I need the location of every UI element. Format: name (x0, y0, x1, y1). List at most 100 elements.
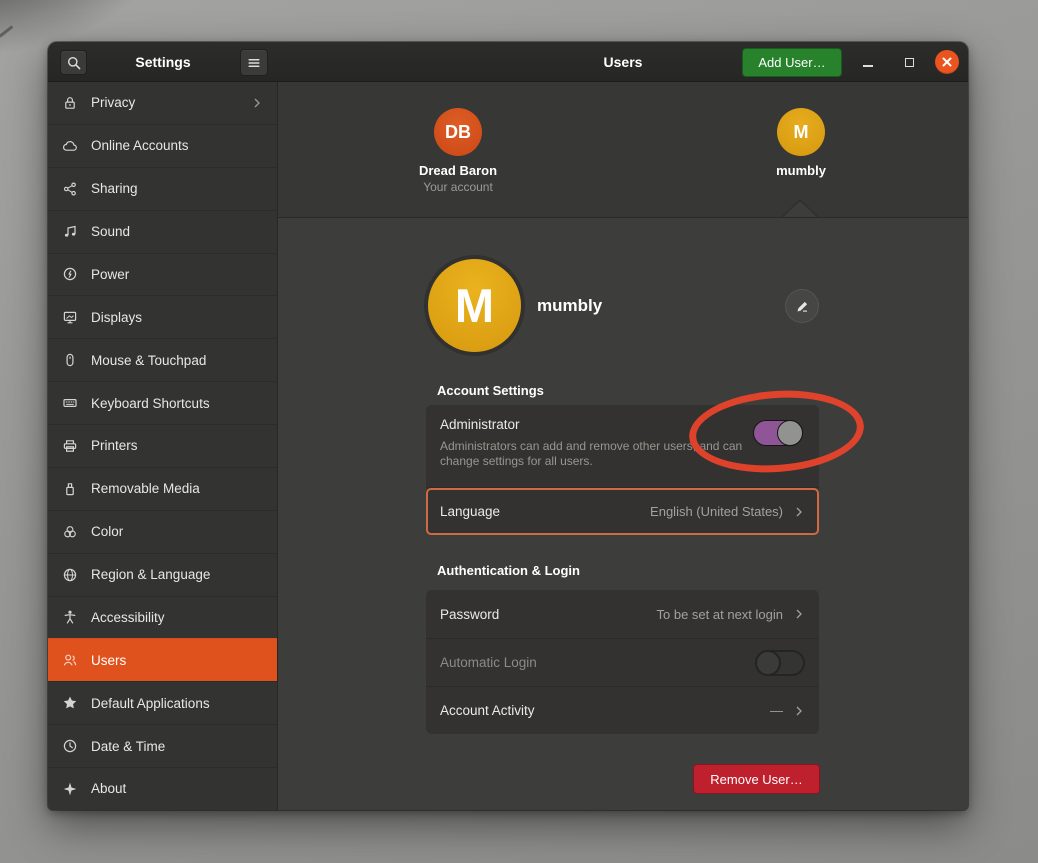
sidebar-item-label: Keyboard Shortcuts (91, 396, 210, 411)
sidebar-item-label: Date & Time (91, 739, 165, 754)
lock-icon (62, 95, 78, 111)
edit-name-button[interactable] (785, 289, 819, 323)
accessibility-icon (62, 609, 78, 625)
account-settings-heading: Account Settings (437, 383, 544, 398)
sparkle-icon (62, 781, 78, 797)
sidebar-item-label: Region & Language (91, 567, 210, 582)
automatic-login-row: Automatic Login (426, 638, 819, 686)
close-icon (941, 56, 953, 68)
avatar: DB (434, 108, 482, 156)
sidebar-item-label: Removable Media (91, 481, 200, 496)
chevron-right-icon (793, 608, 805, 620)
clock-icon (62, 738, 78, 754)
sidebar-item-accessibility[interactable]: Accessibility (48, 596, 277, 639)
hamburger-menu-icon (246, 55, 262, 71)
sidebar: Privacy Online Accounts S (48, 82, 278, 810)
sidebar-item-label: About (91, 781, 126, 796)
password-label: Password (440, 607, 499, 622)
authentication-card: Password To be set at next login Automat… (426, 590, 819, 734)
automatic-login-label: Automatic Login (440, 655, 537, 670)
administrator-description: Administrators can add and remove other … (440, 439, 762, 469)
account-activity-row[interactable]: Account Activity — (426, 686, 819, 734)
sidebar-item-label: Accessibility (91, 610, 165, 625)
sidebar-item-displays[interactable]: Displays (48, 295, 277, 338)
administrator-label: Administrator (440, 417, 805, 432)
authentication-heading: Authentication & Login (437, 563, 580, 578)
automatic-login-toggle[interactable] (755, 650, 805, 676)
sound-icon (62, 224, 78, 240)
sidebar-item-keyboard-shortcuts[interactable]: Keyboard Shortcuts (48, 381, 277, 424)
sidebar-item-label: Mouse & Touchpad (91, 353, 206, 368)
sidebar-item-online-accounts[interactable]: Online Accounts (48, 124, 277, 167)
user-carousel: DB Dread Baron Your account M mumbly (278, 82, 968, 218)
desktop: Settings Users Add User… (0, 0, 1038, 863)
selected-user-caret (781, 199, 819, 217)
user-tab-dread-baron[interactable]: DB Dread Baron Your account (378, 108, 538, 194)
profile-avatar: M (428, 259, 521, 352)
minimize-icon (863, 65, 873, 67)
power-icon (62, 266, 78, 282)
sidebar-item-label: Privacy (91, 95, 135, 110)
account-activity-value: — (770, 703, 783, 718)
password-row[interactable]: Password To be set at next login (426, 590, 819, 638)
close-button[interactable] (935, 50, 959, 74)
users-icon (62, 652, 78, 668)
administrator-toggle[interactable] (753, 420, 803, 446)
sidebar-item-privacy[interactable]: Privacy (48, 82, 277, 124)
share-icon (62, 181, 78, 197)
sidebar-item-sound[interactable]: Sound (48, 210, 277, 253)
account-activity-label: Account Activity (440, 703, 535, 718)
toggle-knob (777, 420, 803, 446)
sidebar-item-label: Sharing (91, 181, 138, 196)
sidebar-item-sharing[interactable]: Sharing (48, 167, 277, 210)
user-name: mumbly (721, 163, 881, 178)
administrator-row: Administrator Administrators can add and… (426, 405, 819, 487)
display-icon (62, 309, 78, 325)
printer-icon (62, 438, 78, 454)
pencil-icon (795, 299, 810, 314)
hamburger-menu-button[interactable] (240, 49, 268, 76)
users-panel: DB Dread Baron Your account M mumbly M m… (278, 82, 968, 810)
sidebar-item-about[interactable]: About (48, 767, 277, 810)
sidebar-item-region-language[interactable]: Region & Language (48, 553, 277, 596)
chevron-right-icon (793, 506, 805, 518)
sidebar-item-date-time[interactable]: Date & Time (48, 724, 277, 767)
globe-icon (62, 567, 78, 583)
chevron-right-icon (793, 705, 805, 717)
maximize-button[interactable] (897, 50, 921, 74)
password-value: To be set at next login (657, 607, 783, 622)
add-user-button[interactable]: Add User… (742, 48, 842, 77)
minimize-button[interactable] (856, 50, 880, 74)
color-icon (62, 524, 78, 540)
sidebar-item-label: Color (91, 524, 123, 539)
wallpaper-detail (0, 25, 13, 37)
profile-name: mumbly (537, 296, 602, 316)
user-subtitle: Your account (378, 180, 538, 194)
sidebar-item-printers[interactable]: Printers (48, 424, 277, 467)
sidebar-item-users[interactable]: Users (48, 638, 277, 681)
toggle-knob (755, 650, 781, 676)
sidebar-item-color[interactable]: Color (48, 510, 277, 553)
sidebar-item-label: Default Applications (91, 696, 210, 711)
star-icon (62, 695, 78, 711)
sidebar-item-label: Power (91, 267, 129, 282)
sidebar-item-label: Sound (91, 224, 130, 239)
avatar: M (777, 108, 825, 156)
sidebar-item-label: Users (91, 653, 126, 668)
header-bar: Settings Users Add User… (48, 42, 968, 82)
removable-media-icon (62, 481, 78, 497)
sidebar-item-label: Online Accounts (91, 138, 189, 153)
settings-window: Settings Users Add User… (48, 42, 968, 810)
sidebar-item-power[interactable]: Power (48, 253, 277, 296)
cloud-icon (62, 138, 78, 154)
maximize-icon (905, 58, 914, 67)
user-name: Dread Baron (378, 163, 538, 178)
sidebar-item-label: Displays (91, 310, 142, 325)
remove-user-button[interactable]: Remove User… (693, 764, 820, 794)
chevron-right-icon (251, 97, 263, 109)
user-tab-mumbly[interactable]: M mumbly (721, 108, 881, 178)
sidebar-item-mouse-touchpad[interactable]: Mouse & Touchpad (48, 338, 277, 381)
sidebar-item-removable-media[interactable]: Removable Media (48, 467, 277, 510)
sidebar-item-default-applications[interactable]: Default Applications (48, 681, 277, 724)
language-row[interactable]: Language English (United States) (426, 487, 819, 535)
